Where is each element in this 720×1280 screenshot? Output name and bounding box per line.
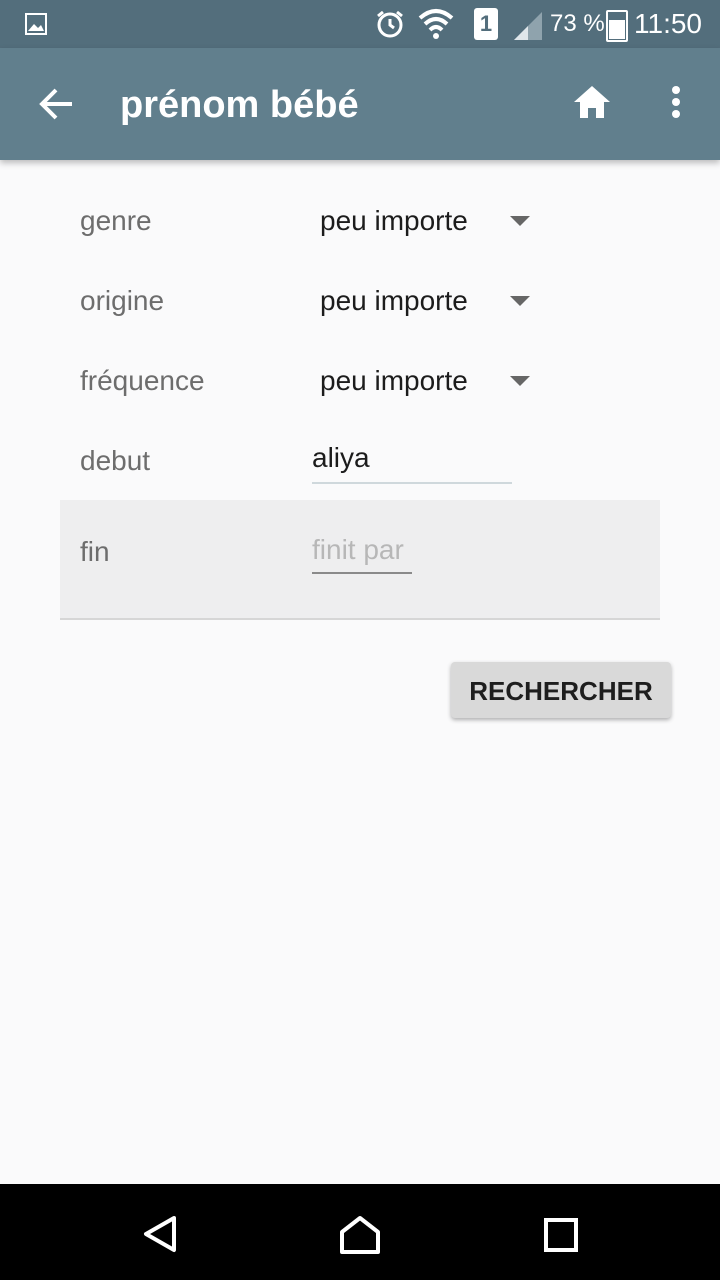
fin-row: fin finit par: [60, 500, 660, 620]
page-title: prénom bébé: [120, 84, 359, 126]
origine-select[interactable]: peu importe: [320, 285, 468, 317]
battery-icon: [606, 10, 628, 42]
frequence-select[interactable]: peu importe: [320, 365, 468, 397]
genre-row: genre peu importe: [0, 180, 720, 260]
recents-nav-icon[interactable]: [542, 1216, 580, 1254]
home-icon[interactable]: [572, 84, 612, 120]
debut-input-underline: [312, 482, 512, 484]
fin-input[interactable]: finit par: [312, 534, 404, 566]
origine-dropdown-icon[interactable]: [510, 296, 530, 306]
frequence-row: fréquence peu importe: [0, 340, 720, 420]
image-notification-icon: [25, 13, 47, 35]
genre-label: genre: [80, 205, 152, 236]
battery-percent: 73 %: [550, 10, 605, 37]
home-nav-icon[interactable]: [338, 1214, 382, 1256]
more-options-icon[interactable]: [662, 84, 690, 124]
app-bar: prénom bébé: [0, 48, 720, 160]
back-arrow-icon[interactable]: [36, 86, 76, 122]
frequence-label: fréquence: [80, 365, 205, 396]
wifi-icon: [418, 9, 454, 39]
debut-label: debut: [80, 445, 151, 476]
search-button[interactable]: RECHERCHER: [451, 662, 671, 718]
back-nav-icon[interactable]: [140, 1214, 180, 1254]
genre-select[interactable]: peu importe: [320, 205, 468, 237]
fin-label: fin: [80, 536, 110, 567]
origine-label: origine: [80, 285, 165, 316]
alarm-icon: [377, 10, 403, 38]
debut-input[interactable]: aliya: [312, 442, 370, 474]
fin-input-underline: [312, 572, 412, 574]
frequence-dropdown-icon[interactable]: [510, 376, 530, 386]
navigation-bar: [0, 1184, 720, 1280]
status-bar: 1 73 % 11:50: [0, 0, 720, 48]
genre-dropdown-icon[interactable]: [510, 216, 530, 226]
origine-row: origine peu importe: [0, 260, 720, 340]
signal-icon: [514, 12, 542, 40]
debut-row: debut aliya: [0, 420, 720, 500]
clock: 11:50: [634, 8, 702, 39]
sim-icon: 1: [474, 8, 498, 40]
